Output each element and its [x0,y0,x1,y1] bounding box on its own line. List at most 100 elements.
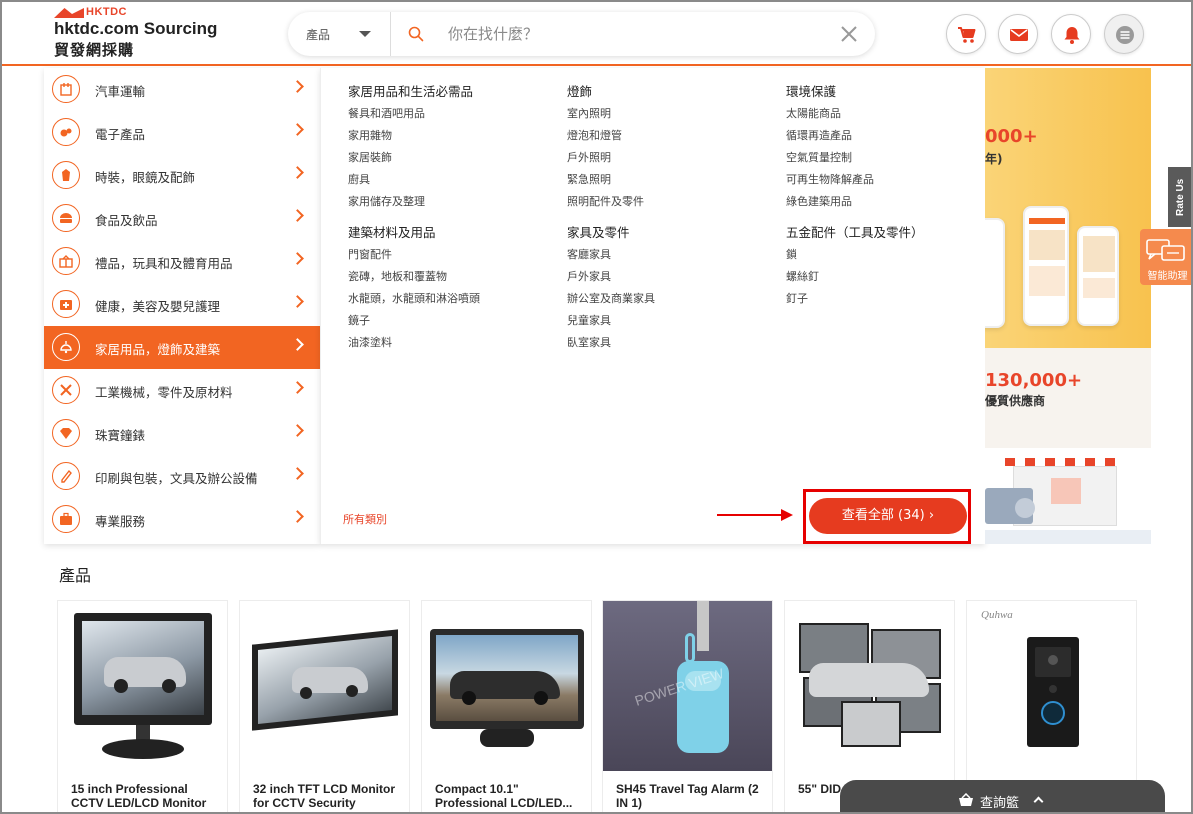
chevron-right-icon [291,467,304,480]
subcategory-link[interactable]: 廚具 [348,169,558,191]
inquiry-basket-bar[interactable]: 查詢籃 [840,780,1165,812]
category-item-home[interactable]: 家居用品，燈飾及建築 [44,326,320,369]
inquiry-basket-label: 查詢籃 [980,796,1020,811]
product-image-travel-tag: POWER VIEW [603,601,772,771]
products-section-title: 產品 [59,566,92,585]
subcategory-link[interactable]: 空氣質量控制 [786,147,996,169]
banner-stat-suppliers: 130,000+ [985,370,1083,391]
subcategory-column-1: 家居用品和生活必需品 餐具和酒吧用品 家用雜物 家居裝飾 廚具 家用儲存及整理 … [348,81,558,354]
car-transport-icon [52,75,80,103]
subcategory-link[interactable]: 瓷磚，地板和覆蓋物 [348,266,558,288]
category-item-printing[interactable]: 印刷與包裝，文具及辦公設備 [44,455,320,498]
hktdc-logo[interactable]: HKTDC hktdc.com Sourcing 貿發網採購 [54,6,244,62]
services-icon [52,505,80,533]
subcategory-link[interactable]: 循環再造產品 [786,125,996,147]
product-card[interactable]: POWER VIEW SH45 Travel Tag Alarm (2 IN 1… [602,600,773,812]
gift-icon [52,247,80,275]
subcategory-heading[interactable]: 五金配件（工具及零件） [786,222,996,244]
category-item-services[interactable]: 專業服務 [44,498,320,541]
product-image-video-wall [785,601,954,771]
mail-button[interactable] [998,14,1038,54]
subcategory-link[interactable]: 照明配件及零件 [567,191,777,213]
product-card[interactable]: Compact 10.1" Professional LCD/LED... [421,600,592,812]
product-name: Compact 10.1" Professional LCD/LED... [435,782,573,810]
subcategory-link[interactable]: 螺絲釘 [786,266,996,288]
banner-stat-years-sub: 年) [985,152,1003,166]
rate-us-tab[interactable]: Rate Us [1168,167,1191,227]
subcategory-link[interactable]: 可再生物降解產品 [786,169,996,191]
category-item-fashion[interactable]: 時裝，眼鏡及配飾 [44,154,320,197]
promo-banner[interactable]: 000+ 年) 130,000+ 優質供應商 [985,68,1151,448]
product-name: SH45 Travel Tag Alarm (2 IN 1) [616,782,759,810]
subcategory-heading[interactable]: 環境保護 [786,81,996,103]
category-label: 珠寶鐘錶 [95,428,146,443]
subcategory-link[interactable]: 燈泡和燈管 [567,125,777,147]
smart-assistant-button[interactable]: 智能助理 [1140,229,1191,285]
category-item-automotive[interactable]: 汽車運輸 [44,68,320,111]
cart-button[interactable] [946,14,986,54]
menu-button[interactable] [1104,14,1144,54]
logo-brand-zh: 貿發網採購 [54,41,135,59]
subcategory-link[interactable]: 家用雜物 [348,125,558,147]
subcategory-link[interactable]: 鏡子 [348,310,558,332]
food-icon [52,204,80,232]
product-card[interactable]: 15 inch Professional CCTV LED/LCD Monito… [57,600,228,812]
clear-icon[interactable] [840,25,858,43]
subcategory-link[interactable]: 家用儲存及整理 [348,191,558,213]
subcategory-link[interactable]: 綠色建築用品 [786,191,996,213]
banner-stat-suppliers-sub: 優質供應商 [985,394,1046,408]
subcategory-column-3: 環境保護 太陽能商品 循環再造產品 空氣質量控制 可再生物降解產品 綠色建築用品… [786,81,996,310]
subcategory-link[interactable]: 緊急照明 [567,169,777,191]
subcategory-link[interactable]: 戶外家具 [567,266,777,288]
search-category-select[interactable]: 產品 [288,12,391,56]
subcategory-link[interactable]: 客廳家具 [567,244,777,266]
subcategory-heading[interactable]: 建築材料及用品 [348,222,558,244]
all-categories-link[interactable]: 所有類別 [343,511,387,527]
category-item-jewelry[interactable]: 珠寶鐘錶 [44,412,320,455]
category-label: 工業機械，零件及原材料 [95,385,233,400]
subcategory-link[interactable]: 餐具和酒吧用品 [348,103,558,125]
tablet-mockup-image [1077,226,1119,326]
category-label: 禮品，玩具和及體育用品 [95,256,233,271]
subcategory-heading[interactable]: 家居用品和生活必需品 [348,81,558,103]
subcategory-link[interactable]: 家居裝飾 [348,147,558,169]
printing-icon [52,462,80,490]
subcategory-link[interactable]: 戶外照明 [567,147,777,169]
subcategory-link[interactable]: 釘子 [786,288,996,310]
subcategory-link[interactable]: 室內照明 [567,103,777,125]
category-label: 食品及飲品 [95,213,158,228]
subcategory-link[interactable]: 辦公室及商業家具 [567,288,777,310]
subcategory-link[interactable]: 太陽能商品 [786,103,996,125]
subcategory-link[interactable]: 油漆塗料 [348,332,558,354]
category-item-industrial[interactable]: 工業機械，零件及原材料 [44,369,320,412]
home-icon [52,333,80,361]
subcategory-link[interactable]: 兒童家具 [567,310,777,332]
chat-bubbles-icon [1146,239,1185,261]
category-item-health[interactable]: 健康，美容及嬰兒護理 [44,283,320,326]
category-label: 健康，美容及嬰兒護理 [95,299,221,314]
product-name: 15 inch Professional CCTV LED/LCD Monito… [71,782,207,810]
subcategory-link[interactable]: 鎖 [786,244,996,266]
menu-icon [1116,26,1134,44]
promo-banner-store[interactable] [985,448,1151,544]
subcategory-link[interactable]: 門窗配件 [348,244,558,266]
notification-button[interactable] [1051,14,1091,54]
category-label: 印刷與包裝，文具及辦公設備 [95,471,258,486]
phone-mockup-image [985,218,1005,328]
hktdc-mark-icon [54,8,84,18]
category-label: 汽車運輸 [95,84,146,99]
subcategory-heading[interactable]: 燈飾 [567,81,777,103]
tools-icon [52,376,80,404]
subcategory-link[interactable]: 水龍頭，水龍頭和淋浴噴頭 [348,288,558,310]
category-item-food[interactable]: 食品及飲品 [44,197,320,240]
jewelry-icon [52,419,80,447]
product-card[interactable]: 32 inch TFT LCD Monitor for CCTV Securit… [239,600,410,812]
annotation-highlight-box [803,489,971,544]
category-item-electronics[interactable]: 電子產品 [44,111,320,154]
search-input[interactable] [448,20,828,48]
subcategory-link[interactable]: 臥室家具 [567,332,777,354]
product-image-monitor [422,601,591,771]
subcategory-heading[interactable]: 家具及零件 [567,222,777,244]
search-icon[interactable] [408,26,424,42]
category-item-gifts[interactable]: 禮品，玩具和及體育用品 [44,240,320,283]
